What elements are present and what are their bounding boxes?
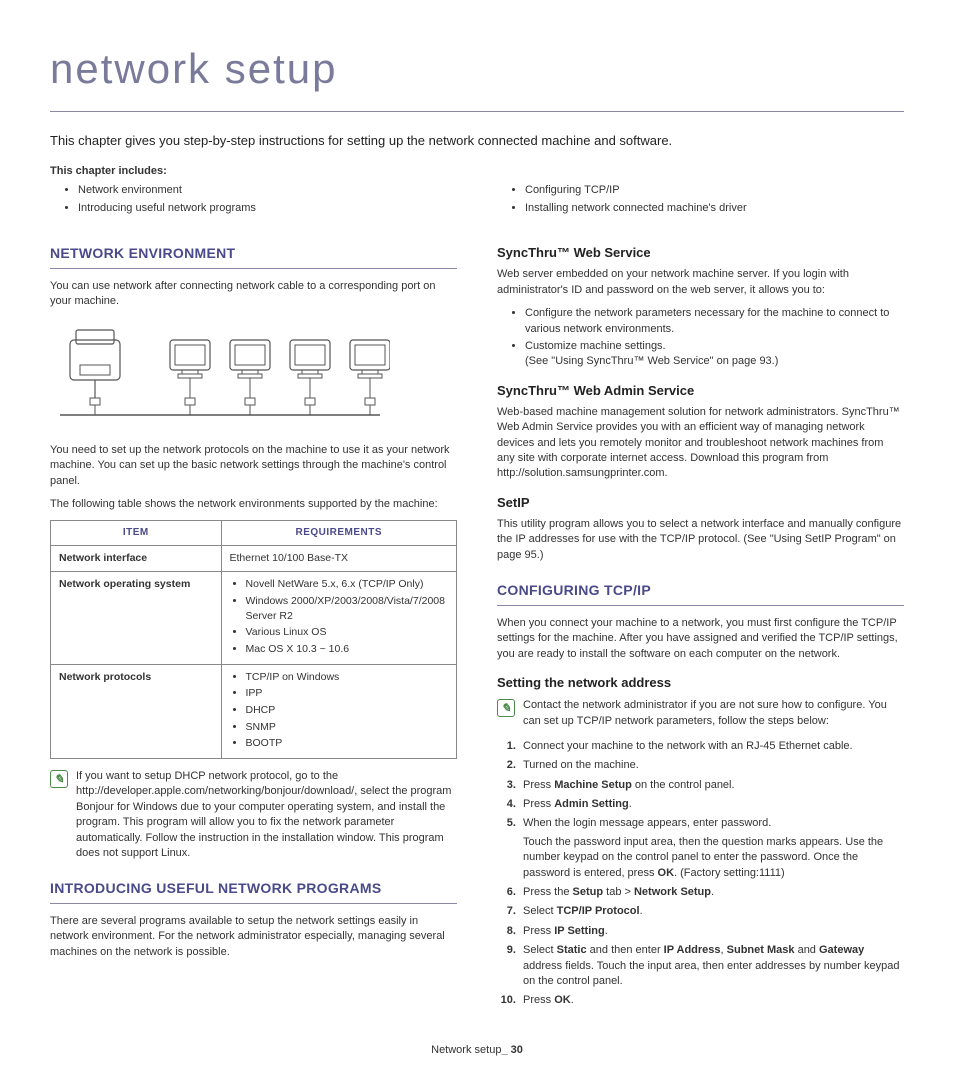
list-item: BOOTP [246, 736, 448, 751]
steps-list: Connect your machine to the network with… [497, 739, 904, 1009]
sync-web-p1: Web server embedded on your network mach… [497, 267, 904, 298]
heading-setting-network-address: Setting the network address [497, 674, 904, 692]
dhcp-note: ✎ If you want to setup DHCP network prot… [50, 769, 457, 861]
list-item: Introducing useful network programs [78, 201, 457, 216]
netenv-p2: You need to set up the network protocols… [50, 443, 457, 489]
sync-admin-p1: Web-based machine management solution fo… [497, 405, 904, 482]
step-item: Press Machine Setup on the control panel… [519, 778, 904, 793]
list-item: DHCP [246, 703, 448, 718]
table-cell-req: Ethernet 10/100 Base-TX [221, 546, 456, 572]
list-item: IPP [246, 686, 448, 701]
setnet-note: ✎ Contact the network administrator if y… [497, 698, 904, 729]
table-cell-item: Network protocols [51, 664, 222, 758]
table-cell-item: Network interface [51, 546, 222, 572]
requirements-table: Item Requirements Network interfaceEther… [50, 520, 457, 759]
step-item: Press OK. [519, 993, 904, 1008]
list-item: Network environment [78, 183, 457, 198]
table-cell-item: Network operating system [51, 572, 222, 664]
heading-configuring-tcpip: Configuring TCP/IP [497, 581, 904, 606]
intro-programs-p1: There are several programs available to … [50, 914, 457, 960]
list-item: SNMP [246, 720, 448, 735]
th-item: Item [51, 521, 222, 546]
list-item: Novell NetWare 5.x, 6.x (TCP/IP Only) [246, 577, 448, 592]
includes-lists: Network environment Introducing useful n… [50, 183, 904, 226]
table-cell-req: Novell NetWare 5.x, 6.x (TCP/IP Only) Win… [221, 572, 456, 664]
netenv-p1: You can use network after connecting net… [50, 279, 457, 310]
heading-syncthru-web: SyncThru™ Web Service [497, 244, 904, 262]
list-item: Installing network connected machine's d… [525, 201, 904, 216]
list-item: Mac OS X 10.3 ~ 10.6 [246, 642, 448, 657]
page-footer: Network setup_ 30 [50, 1043, 904, 1058]
table-row: Network interfaceEthernet 10/100 Base-TX [51, 546, 457, 572]
netenv-p3: The following table shows the network en… [50, 497, 457, 512]
note-icon: ✎ [50, 770, 68, 788]
sync-web-bullets: Configure the network parameters necessa… [497, 306, 904, 370]
list-item: Windows 2000/XP/2003/2008/Vista/7/2008 S… [246, 594, 448, 623]
table-cell-req: TCP/IP on WindowsIPP DHCP SNMPBOOTP [221, 664, 456, 758]
list-item: Configure the network parameters necessa… [525, 306, 904, 337]
note-text: Contact the network administrator if you… [523, 698, 904, 729]
step-item: Press Admin Setting. [519, 797, 904, 812]
footer-label: Network setup [431, 1044, 501, 1056]
step-item: Select Static and then enter IP Address,… [519, 943, 904, 989]
chapter-intro: This chapter gives you step-by-step inst… [50, 132, 904, 150]
includes-label: This chapter includes: [50, 164, 904, 179]
includes-left: Network environment Introducing useful n… [50, 183, 457, 216]
network-diagram [50, 320, 457, 435]
step-item: Connect your machine to the network with… [519, 739, 904, 754]
step-item: Press the Setup tab > Network Setup. [519, 885, 904, 900]
includes-right: Configuring TCP/IP Installing network co… [497, 183, 904, 216]
note-icon: ✎ [497, 699, 515, 717]
heading-syncthru-admin: SyncThru™ Web Admin Service [497, 382, 904, 400]
list-item: TCP/IP on Windows [246, 670, 448, 685]
list-item: Customize machine settings. (See "Using … [525, 339, 904, 370]
table-row: Network protocols TCP/IP on WindowsIPP DHC… [51, 664, 457, 758]
step-item: Turned on the machine. [519, 758, 904, 773]
heading-setip: SetIP [497, 494, 904, 512]
setip-p1: This utility program allows you to selec… [497, 517, 904, 563]
step-item: Press IP Setting. [519, 924, 904, 939]
table-row: Network operating systemNovell NetWare 5… [51, 572, 457, 664]
th-req: Requirements [221, 521, 456, 546]
heading-useful-programs: Introducing Useful Network Programs [50, 879, 457, 904]
list-item: Configuring TCP/IP [525, 183, 904, 198]
page-title: network setup [50, 40, 904, 112]
step-item: When the login message appears, enter pa… [519, 816, 904, 881]
step-item: Select TCP/IP Protocol. [519, 904, 904, 919]
tcpip-p1: When you connect your machine to a netwo… [497, 616, 904, 662]
note-text: If you want to setup DHCP network protoc… [76, 769, 457, 861]
footer-page: 30 [511, 1044, 523, 1056]
heading-network-environment: Network Environment [50, 244, 457, 269]
list-item: Various Linux OS [246, 625, 448, 640]
